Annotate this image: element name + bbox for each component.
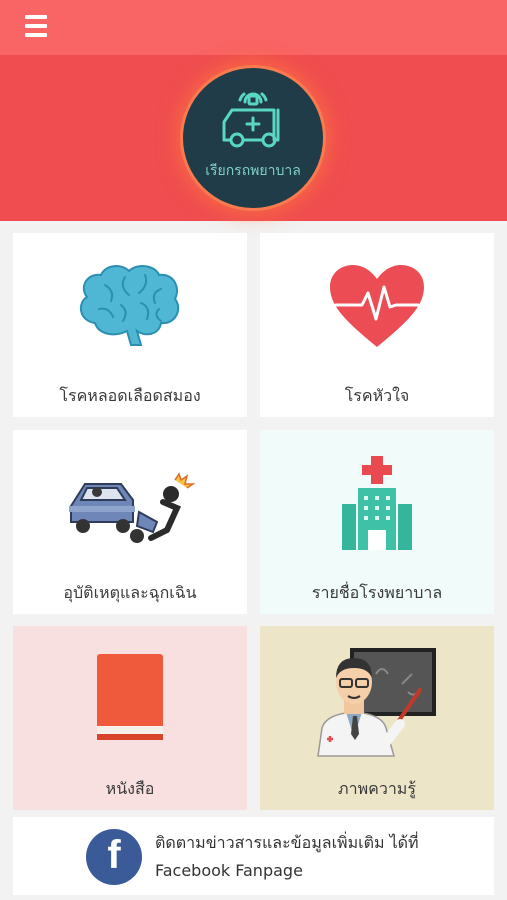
facebook-icon-letter: f — [107, 833, 121, 877]
facebook-follow-text: ติดตามข่าวสารและข้อมูลเพิ่มเติม ได้ที่ — [155, 833, 419, 852]
card-book[interactable]: หนังสือ — [13, 626, 247, 810]
card-heart-label: โรคหัวใจ — [344, 386, 410, 405]
card-stroke-label: โรคหลอดเลือดสมอง — [59, 386, 201, 405]
hospital-icon — [342, 456, 412, 550]
facebook-fanpage-text: Facebook Fanpage — [155, 861, 303, 880]
call-ambulance-label: เรียกรถพยาบาล — [205, 163, 301, 179]
brain-icon — [79, 265, 180, 346]
facebook-icon: f — [86, 829, 142, 885]
card-accident-label: อุบัติเหตุและฉุกเฉิน — [63, 583, 197, 602]
card-book-label: หนังสือ — [105, 779, 155, 798]
card-hospital-list-label: รายชื่อโรงพยาบาล — [311, 583, 443, 602]
hamburger-menu-icon[interactable] — [25, 15, 47, 39]
card-hospital-list[interactable]: รายชื่อโรงพยาบาล — [260, 430, 494, 614]
doctor-blackboard-icon — [317, 648, 436, 757]
card-knowledge-images[interactable]: ภาพความรู้ — [260, 626, 494, 810]
facebook-fanpage-banner[interactable]: f ติดตามข่าวสารและข้อมูลเพิ่มเติม ได้ที่… — [13, 817, 494, 895]
card-heart[interactable]: โรคหัวใจ — [260, 233, 494, 417]
top-bar — [0, 0, 507, 55]
car-accident-icon — [69, 472, 196, 543]
book-icon — [97, 654, 163, 740]
card-stroke[interactable]: โรคหลอดเลือดสมอง — [13, 233, 247, 417]
card-knowledge-images-label: ภาพความรู้ — [338, 779, 416, 798]
ambulance-icon — [222, 92, 280, 148]
heart-pulse-icon — [330, 265, 424, 347]
card-accident[interactable]: อุบัติเหตุและฉุกเฉิน — [13, 430, 247, 614]
call-ambulance-button[interactable]: เรียกรถพยาบาล — [183, 68, 323, 208]
